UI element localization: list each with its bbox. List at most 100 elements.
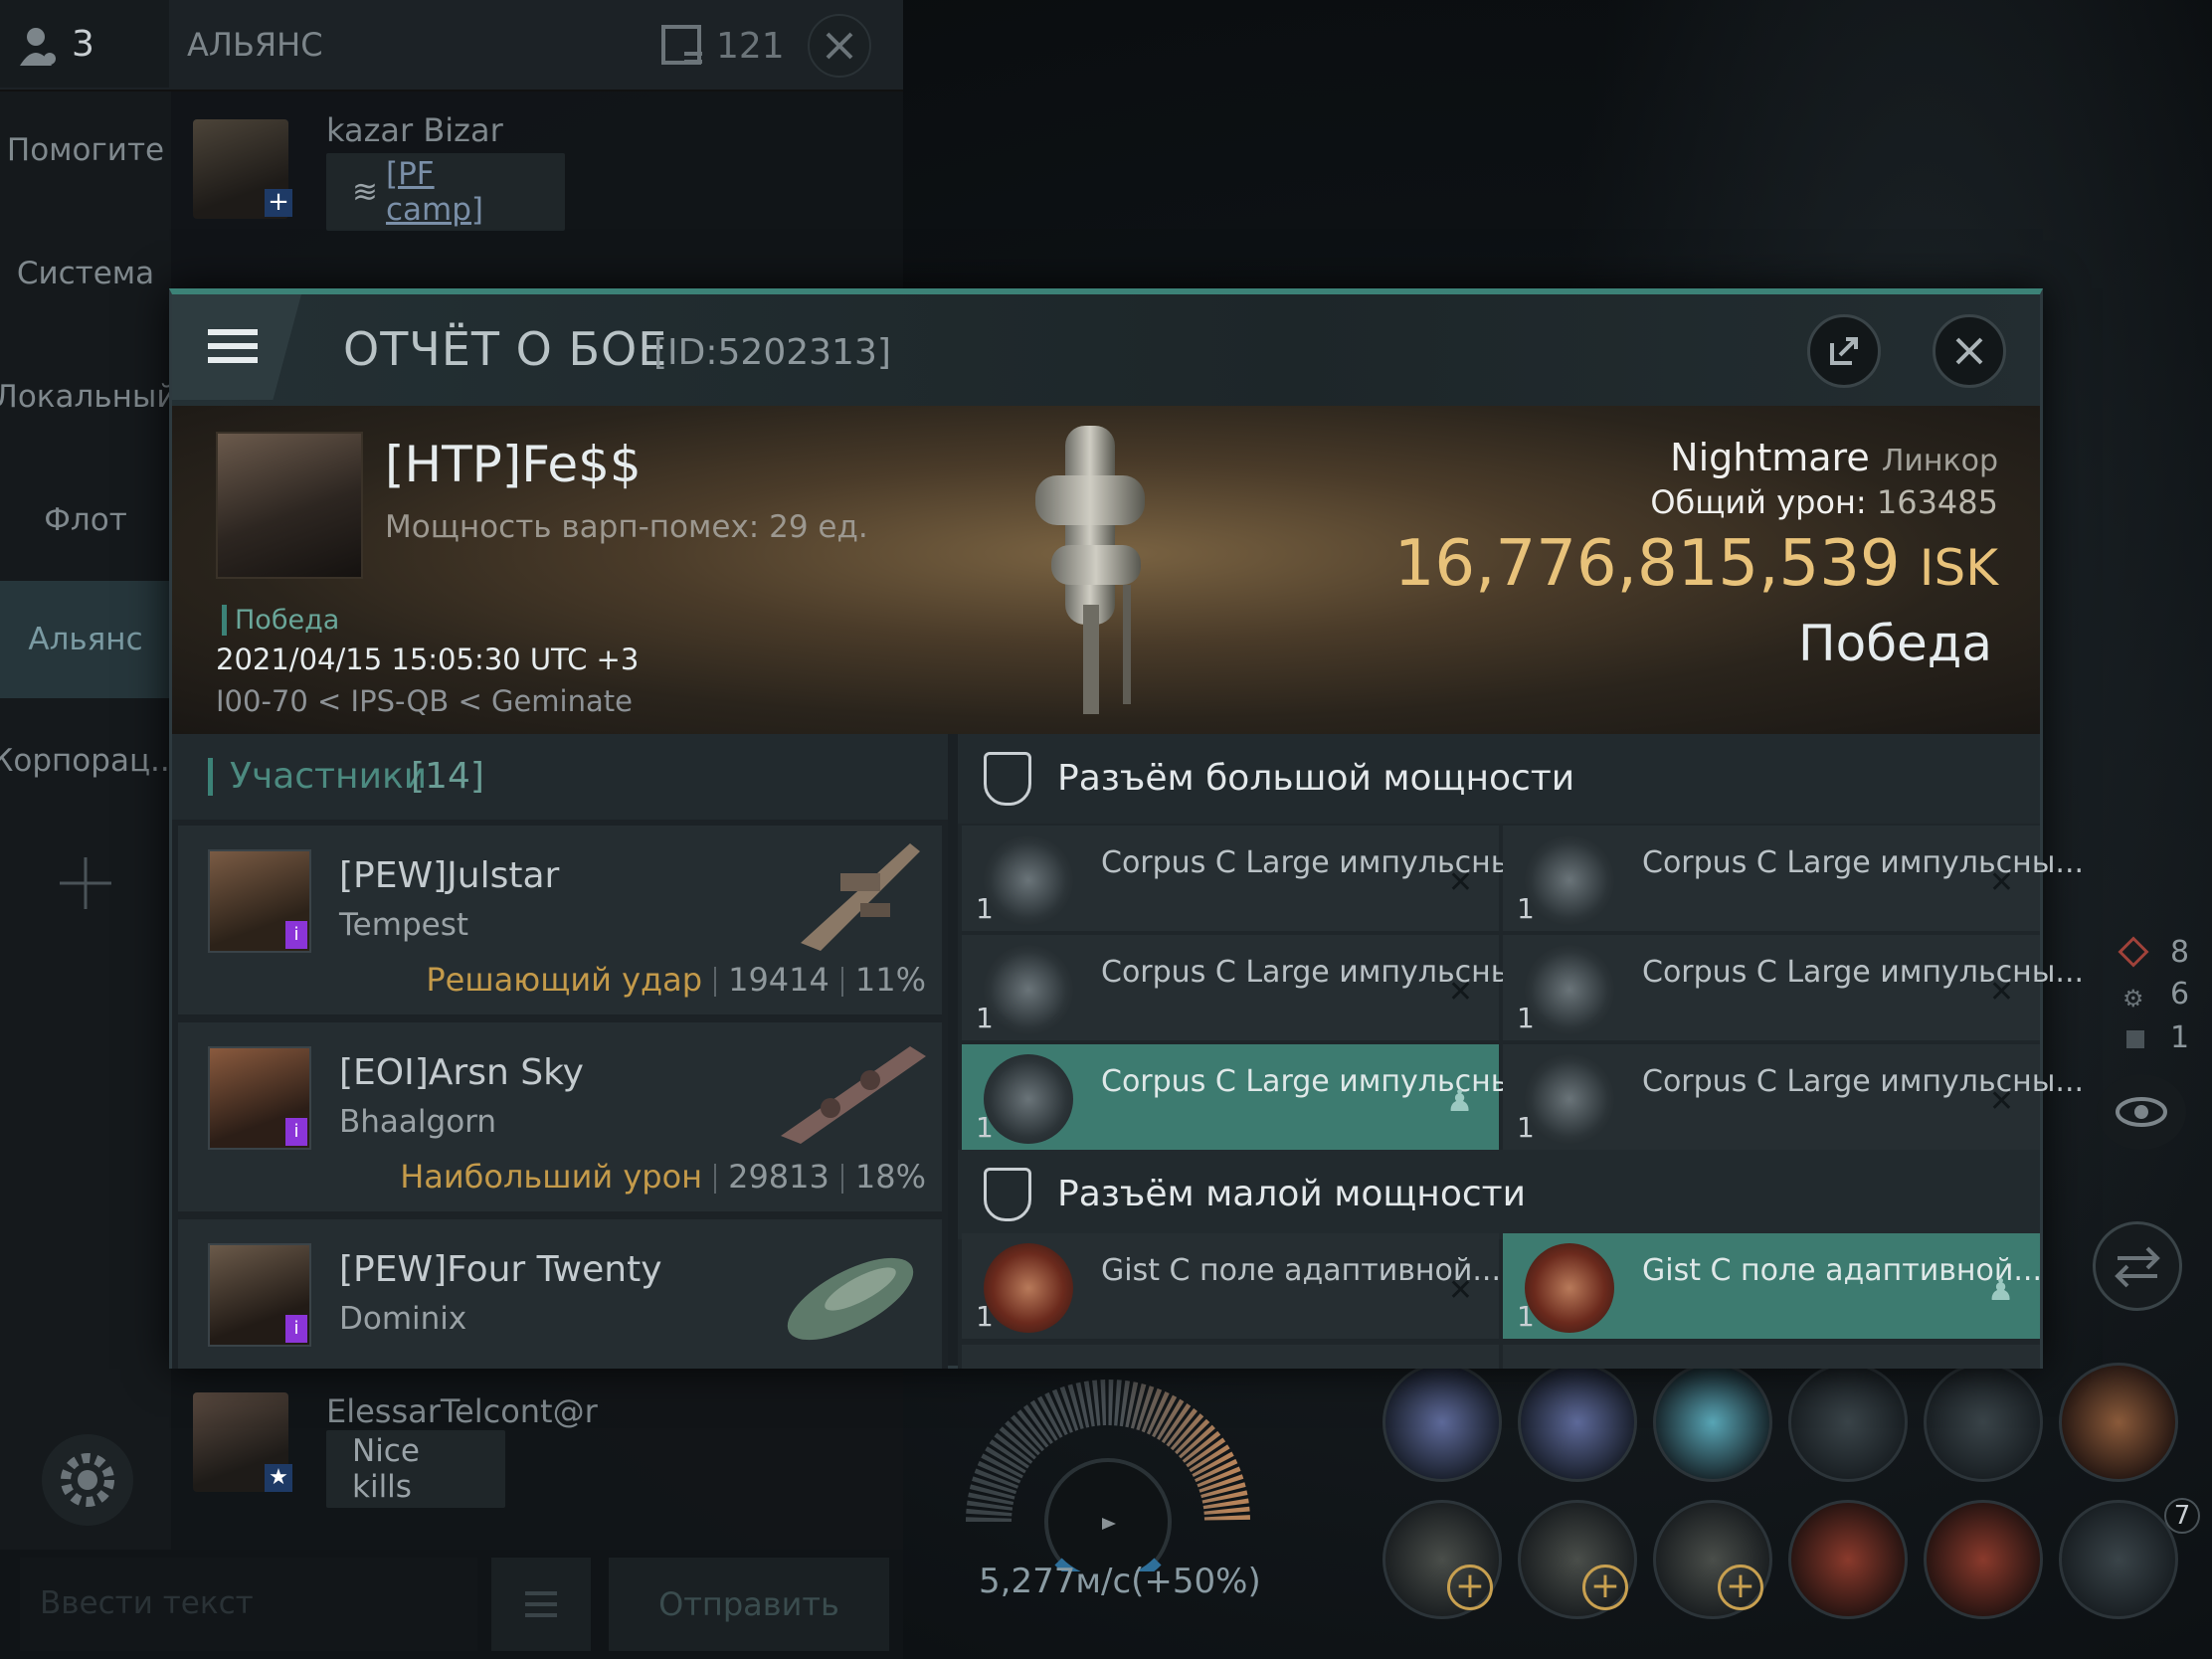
drone-count: 7 [2164, 1498, 2200, 1534]
channel-corporation[interactable]: Корпорац... [0, 702, 180, 820]
plus-badge-icon: + [265, 189, 292, 217]
turret-icon [1525, 1054, 1614, 1144]
report-title: ОТЧЁТ О БОЕ [343, 322, 668, 376]
participant-row[interactable]: i [EOI]Arsn Sky Bhaalgorn Наибольший уро… [178, 1022, 942, 1211]
participant-ship: Bhaalgorn [339, 1104, 497, 1140]
ship-thumbnail [801, 843, 920, 951]
swap-icon[interactable] [2093, 1221, 2182, 1311]
chat-title: АЛЬЯНС [187, 26, 323, 64]
ship-name[interactable]: Nightmare [1670, 436, 1870, 479]
settings-gear-icon[interactable] [42, 1434, 133, 1526]
participant-portrait: i [208, 849, 311, 953]
message-list-icon[interactable] [660, 24, 706, 70]
close-icon [826, 32, 853, 60]
channel-fleet[interactable]: Флот [0, 461, 171, 579]
module-slot[interactable]: + [1518, 1500, 1637, 1619]
participant-percent: 11% [854, 961, 926, 999]
chat-close-button[interactable] [808, 14, 871, 78]
kill-summary: [HTP]Fe$$ Мощность варп-помех: 29 ед. По… [172, 406, 2040, 734]
member-counter[interactable]: 3 [0, 0, 169, 88]
participant-name: [PEW]Four Twenty [339, 1249, 662, 1290]
module-qty: 1 [1517, 892, 1535, 925]
counter-other: 1 [2170, 1020, 2190, 1055]
participant-stats: Решающий удар 19414 11% [426, 961, 926, 999]
counter-targets: 8 [2170, 935, 2190, 970]
victim-pilot-name[interactable]: [HTP]Fe$$ [385, 436, 642, 493]
module-item[interactable]: 1 Corpus C Large импульсны... ♟ [962, 1044, 1543, 1150]
report-menu-button[interactable] [172, 294, 301, 400]
destroyed-icon: ✕ [1988, 865, 2014, 900]
participant-stats: Наибольший урон 29813 18% [400, 1158, 926, 1196]
message-author: ElessarTelcont@r [326, 1392, 598, 1430]
module-slot[interactable] [1924, 1363, 2043, 1482]
eye-icon[interactable] [2097, 1074, 2186, 1150]
isk-unit: ISK [1919, 539, 1998, 597]
chat-header: 3 АЛЬЯНС 121 [0, 0, 903, 92]
module-item[interactable] [962, 1345, 1499, 1369]
module-item[interactable]: 1 Gist C поле адаптивной... ✕ [962, 1233, 1501, 1339]
chat-input[interactable]: Ввести текст [20, 1558, 477, 1651]
channel-local[interactable]: Локальный [0, 338, 177, 456]
channel-system[interactable]: Система [0, 215, 171, 332]
chat-input-bar: Ввести текст Отправить [0, 1550, 903, 1659]
shield-module-icon [1525, 1243, 1614, 1333]
message-author: kazar Bizar [326, 111, 503, 149]
module-slot[interactable]: + [1653, 1500, 1772, 1619]
module-item[interactable]: 1 Corpus C Large импульсны... ✕ [1503, 1044, 2084, 1150]
send-button[interactable]: Отправить [609, 1558, 889, 1651]
drone-bay-button[interactable] [2059, 1500, 2178, 1619]
message-bubble[interactable]: ≋ [PF camp] [326, 153, 565, 231]
shield-module-icon [984, 1243, 1073, 1333]
module-name: Corpus C Large импульсны... [1642, 845, 2085, 880]
add-channel-icon[interactable] [56, 853, 115, 913]
report-close-button[interactable] [1933, 314, 2006, 388]
victim-portrait[interactable] [216, 432, 363, 579]
module-name: Gist C поле адаптивной... [1642, 1253, 2042, 1288]
message-link[interactable]: [PF camp] [386, 156, 539, 228]
message-bubble[interactable]: Nice kills [326, 1430, 505, 1508]
square-icon [2126, 1030, 2144, 1048]
participant-row[interactable]: i [PEW]Four Twenty Dominix [178, 1219, 942, 1369]
module-slot[interactable]: + [1382, 1500, 1502, 1619]
module-slot[interactable] [1653, 1363, 1772, 1482]
ship-thumbnail [781, 1046, 926, 1144]
module-item[interactable] [1503, 1345, 2040, 1369]
module-slot[interactable] [1788, 1363, 1908, 1482]
capacitor-speed-gauge [959, 1373, 1257, 1588]
module-slot[interactable] [1518, 1363, 1637, 1482]
share-button[interactable] [1807, 314, 1881, 388]
result-tag: Победа [222, 605, 339, 636]
high-slot-icon [984, 752, 1031, 806]
module-item[interactable]: 1 Corpus C Large импульсны... ✕ [1503, 826, 2084, 931]
kill-location[interactable]: I00-70 < IPS-QB < Geminate [216, 684, 633, 718]
module-qty: 1 [976, 1300, 994, 1333]
module-rack: + + + 7 [1382, 1363, 2212, 1659]
turret-icon [984, 835, 1073, 925]
add-icon: + [1582, 1565, 1628, 1610]
module-item[interactable]: 1 Corpus C Large импульсны... ✕ [962, 935, 1543, 1040]
channel-help[interactable]: Помогите [0, 92, 171, 209]
close-icon [1955, 337, 1983, 365]
battle-report-window: ОТЧЁТ О БОЕ [ID:5202313] [HTP]Fe$$ Мощно… [169, 288, 2084, 1369]
participant-percent: 18% [854, 1158, 926, 1196]
info-icon: i [285, 921, 307, 949]
module-item[interactable]: 1 Corpus C Large импульсны... ✕ [962, 826, 1543, 931]
ship-render [1035, 426, 1145, 714]
module-slot[interactable] [2059, 1363, 2178, 1482]
result-label: Победа [1798, 615, 1992, 672]
channel-list: Помогите Система Локальный Флот Альянс К… [0, 92, 180, 1573]
participant-name: [PEW]Julstar [339, 855, 560, 896]
module-slot[interactable] [1788, 1500, 1908, 1619]
module-item[interactable]: 1 Gist C поле адаптивной... ♟ [1503, 1233, 2042, 1339]
module-name: Corpus C Large импульсны... [1642, 955, 2085, 990]
module-slot[interactable] [1382, 1363, 1502, 1482]
accent-bar [208, 758, 213, 796]
destroyed-icon: ✕ [1988, 1084, 2014, 1119]
module-item[interactable]: 1 Corpus C Large импульсны... ✕ [1503, 935, 2084, 1040]
module-slot[interactable] [1924, 1500, 2043, 1619]
participant-row[interactable]: i [PEW]Julstar Tempest Решающий удар 1941… [178, 826, 942, 1014]
channel-alliance[interactable]: Альянс [0, 581, 171, 698]
emoji-menu-button[interactable] [491, 1558, 591, 1651]
report-id: [ID:5202313] [653, 332, 891, 373]
destroyed-icon: ✕ [1447, 1273, 1473, 1308]
